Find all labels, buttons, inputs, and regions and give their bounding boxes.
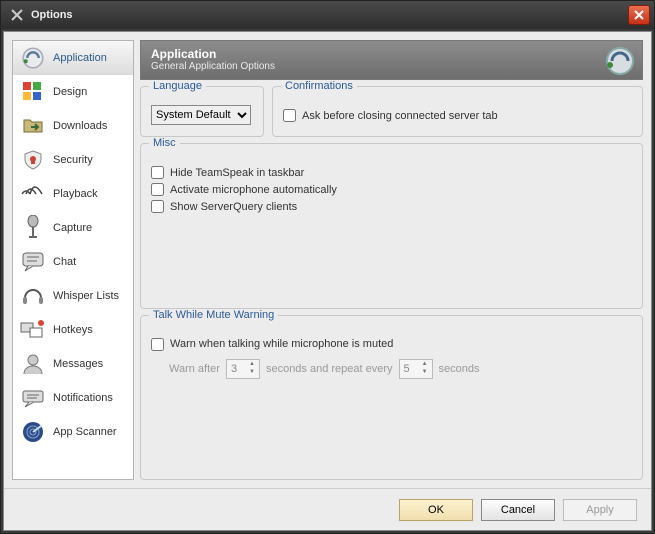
sidebar-item-label: Notifications [53,392,113,404]
show-sq-checkbox[interactable] [151,200,164,213]
chat-icon [19,248,47,276]
repeat-spinner[interactable]: 5 ▲▼ [399,359,433,379]
ask-close-row[interactable]: Ask before closing connected server tab [283,109,632,122]
content-panel: Application General Application Options … [140,40,643,480]
mute-warning-legend: Talk While Mute Warning [149,309,278,321]
window-title: Options [31,9,628,21]
sidebar-item-downloads[interactable]: Downloads [13,109,133,143]
sidebar-item-label: Playback [53,188,98,200]
apply-button[interactable]: Apply [563,499,637,521]
sidebar-item-label: Hotkeys [53,324,93,336]
auto-mic-checkbox[interactable] [151,183,164,196]
show-sq-row[interactable]: Show ServerQuery clients [151,200,632,213]
ask-close-label: Ask before closing connected server tab [302,110,498,122]
ask-close-checkbox[interactable] [283,109,296,122]
language-legend: Language [149,80,206,92]
row-lang-confirm: Language System Default Confirmations As… [140,86,643,137]
sidebar-item-label: Security [53,154,93,166]
titlebar: Options [1,1,654,29]
sound-icon [19,180,47,208]
button-bar: OK Cancel Apply [4,488,651,530]
mic-icon [19,214,47,242]
sidebar-item-hotkeys[interactable]: Hotkeys [13,313,133,347]
sidebar-item-capture[interactable]: Capture [13,211,133,245]
sidebar-item-messages[interactable]: Messages [13,347,133,381]
palette-icon [19,78,47,106]
auto-mic-label: Activate microphone automatically [170,184,337,196]
client-area: Application Design Downloads Security Playba… [3,31,652,531]
sidebar-item-app-scanner[interactable]: App Scanner [13,415,133,449]
warn-label: Warn when talking while microphone is mu… [170,338,393,350]
warn-after-spinner[interactable]: 3 ▲▼ [226,359,260,379]
sidebar-item-label: Messages [53,358,103,370]
misc-legend: Misc [149,137,180,149]
warn-timing-row: Warn after 3 ▲▼ seconds and repeat every… [169,359,632,379]
confirmations-legend: Confirmations [281,80,357,92]
sidebar-item-security[interactable]: Security [13,143,133,177]
sidebar-item-label: Downloads [53,120,107,132]
headset-icon [19,282,47,310]
options-window: Options Application Design Downloads Securi… [0,0,655,534]
language-select[interactable]: System Default [151,105,251,125]
warn-row[interactable]: Warn when talking while microphone is mu… [151,338,632,351]
warn-after-prefix: Warn after [169,363,220,375]
sidebar-item-design[interactable]: Design [13,75,133,109]
close-button[interactable] [628,5,650,25]
misc-group: Misc Hide TeamSpeak in taskbar Activate … [140,143,643,309]
show-sq-label: Show ServerQuery clients [170,201,297,213]
sidebar-item-playback[interactable]: Playback [13,177,133,211]
sidebar-item-chat[interactable]: Chat [13,245,133,279]
sidebar-item-label: App Scanner [53,426,117,438]
warn-checkbox[interactable] [151,338,164,351]
section-subtitle: General Application Options [151,61,632,72]
hotkeys-icon [19,316,47,344]
sidebar: Application Design Downloads Security Playba… [12,40,134,480]
main-area: Application Design Downloads Security Playba… [4,32,651,488]
sidebar-item-label: Chat [53,256,76,268]
hide-taskbar-label: Hide TeamSpeak in taskbar [170,167,304,179]
sidebar-item-label: Capture [53,222,92,234]
warn-after-mid: seconds and repeat every [266,363,393,375]
cancel-button[interactable]: Cancel [481,499,555,521]
ok-button[interactable]: OK [399,499,473,521]
auto-mic-row[interactable]: Activate microphone automatically [151,183,632,196]
sidebar-item-label: Whisper Lists [53,290,119,302]
notify-icon [19,384,47,412]
section-header: Application General Application Options [140,40,643,80]
teamspeak-logo-icon [604,45,636,77]
folder-icon [19,112,47,140]
radar-icon [19,418,47,446]
app-icon [9,7,25,23]
sidebar-item-label: Application [53,52,107,64]
section-title: Application [151,47,632,61]
sidebar-item-whisper-lists[interactable]: Whisper Lists [13,279,133,313]
hide-taskbar-checkbox[interactable] [151,166,164,179]
speaker-icon [19,44,47,72]
hide-taskbar-row[interactable]: Hide TeamSpeak in taskbar [151,166,632,179]
mute-warning-group: Talk While Mute Warning Warn when talkin… [140,315,643,481]
confirmations-group: Confirmations Ask before closing connect… [272,86,643,137]
user-icon [19,350,47,378]
warn-suffix: seconds [439,363,480,375]
sidebar-item-application[interactable]: Application [13,41,133,75]
sidebar-item-label: Design [53,86,87,98]
language-group: Language System Default [140,86,264,137]
shield-icon [19,146,47,174]
sidebar-item-notifications[interactable]: Notifications [13,381,133,415]
